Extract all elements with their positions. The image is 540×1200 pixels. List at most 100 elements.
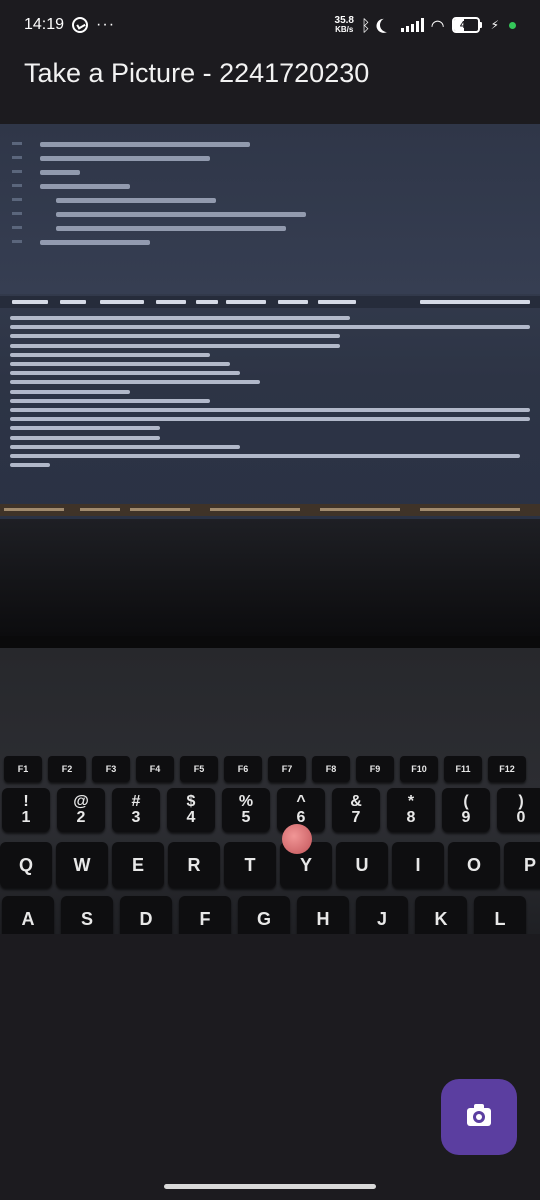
photo-key-fn: F5 [180, 756, 218, 782]
photo-log-line [10, 334, 340, 339]
wifi-icon: ◠ [430, 15, 445, 35]
photo-key-number: # 3 [112, 788, 160, 832]
photo-gutter-mark [12, 170, 22, 173]
photo-editor-area [0, 124, 540, 294]
page-title: Take a Picture - 2241720230 [24, 58, 370, 88]
photo-log-line [10, 463, 50, 468]
photo-log-line [10, 389, 130, 394]
photo-key-letter: W [56, 842, 108, 888]
photo-key-fn: F10 [400, 756, 438, 782]
photo-key-number: ( 9 [442, 788, 490, 832]
photo-status-segment [420, 508, 520, 511]
photo-key-letter: L [474, 896, 526, 934]
battery-icon: 42 [451, 17, 482, 33]
do-not-disturb-icon [378, 16, 396, 34]
photo-key-fn: F3 [92, 756, 130, 782]
photo-panel-tab [420, 300, 530, 304]
photo-panel-tab [12, 300, 48, 304]
photo-key-number: & 7 [332, 788, 380, 832]
photo-key-fn: F1 [4, 756, 42, 782]
photo-monitor [0, 124, 540, 636]
photo-key-fn: F4 [136, 756, 174, 782]
photo-key-letter: T [224, 842, 276, 888]
photo-key-number: $ 4 [167, 788, 215, 832]
photo-panel-tab [156, 300, 186, 304]
photo-key-letter: G [238, 896, 290, 934]
photo-key-letter: F [179, 896, 231, 934]
photo-code-line [56, 226, 286, 231]
photo-status-segment [80, 508, 120, 511]
photo-key-letter: I [392, 842, 444, 888]
photo-key-letter: U [336, 842, 388, 888]
photo-status-segment [4, 508, 64, 511]
take-picture-button[interactable] [441, 1079, 517, 1155]
photo-gutter-mark [12, 142, 22, 145]
photo-gutter-mark [12, 184, 22, 187]
photo-code-line [40, 240, 150, 245]
photo-code-line [40, 142, 250, 147]
battery-level: 42 [460, 19, 472, 31]
home-indicator[interactable] [164, 1184, 376, 1189]
photo-code-line [56, 198, 216, 203]
photo-trackpoint [282, 824, 312, 854]
photo-panel-tab [60, 300, 86, 304]
photo-log-line [10, 398, 210, 403]
photo-code-line [40, 156, 210, 161]
status-time: 14:19 [24, 16, 65, 33]
photo-status-segment [210, 508, 300, 511]
photo-key-letter: R [168, 842, 220, 888]
photo-panel-tab [196, 300, 218, 304]
privacy-indicator-dot [509, 21, 516, 29]
photo-key-number: % 5 [222, 788, 270, 832]
photo-code-line [40, 184, 130, 189]
photo-log-line [10, 435, 160, 440]
photo-panel-tab [100, 300, 144, 304]
status-bar: 14:19 ··· 35.8 KB/s ᛒ ◠ 42 ⚡ [0, 0, 540, 50]
photo-key-letter: K [415, 896, 467, 934]
photo-key-fn: F11 [444, 756, 482, 782]
photo-log-line [10, 408, 530, 412]
photo-key-letter: P [504, 842, 540, 888]
photo-log-line [10, 316, 350, 320]
charging-icon: ⚡ [490, 18, 499, 32]
bluetooth-icon: ᛒ [360, 15, 371, 35]
photo-key-fn: F9 [356, 756, 394, 782]
photo-gutter-mark [12, 226, 22, 229]
battery-body: 42 [451, 17, 480, 33]
photo-gutter-mark [12, 240, 22, 243]
photo-key-number: * 8 [387, 788, 435, 832]
photo-keyboard: F1 F2 F3 F4 F5 F6 F7 F8 F9 F10 F11 F12 ! 1 @ 2 # 3 $ 4%… [0, 648, 540, 934]
photo-log-line [10, 426, 160, 431]
photo-hinge [0, 636, 540, 648]
photo-key-number: @ 2 [57, 788, 105, 832]
photo-key-letter: D [120, 896, 172, 934]
status-left: 14:19 ··· [24, 16, 115, 34]
net-speed-value: 35.8 [334, 15, 354, 26]
photo-log-line [10, 454, 520, 458]
overflow-dots: ··· [96, 16, 116, 33]
photo-code-line [40, 170, 80, 175]
photo-key-number: ! 1 [2, 788, 50, 832]
photo-panel-tab [318, 300, 356, 304]
photo-gutter-mark [12, 198, 22, 201]
photo-status-line [0, 504, 540, 516]
net-speed-unit: KB/s [335, 25, 354, 34]
photo-key-letter: H [297, 896, 349, 934]
photo-key-fn: F7 [268, 756, 306, 782]
camera-icon [467, 1104, 491, 1126]
whatsapp-icon [72, 17, 89, 33]
camera-lens [473, 1111, 485, 1123]
photo-key-fn: F6 [224, 756, 262, 782]
photo-key-letter: O [448, 842, 500, 888]
photo-key-letter: J [356, 896, 408, 934]
photo-key-fn: F2 [48, 756, 86, 782]
photo-code-line [56, 212, 306, 217]
photo-key-fn: F12 [488, 756, 526, 782]
photo-key-letter: S [61, 896, 113, 934]
photo-log-line [10, 325, 530, 330]
photo-key-letter: E [112, 842, 164, 888]
photo-key-fn: F8 [312, 756, 350, 782]
photo-gutter-mark [12, 212, 22, 215]
photo-log-line [10, 352, 210, 357]
photo-log-line [10, 362, 230, 366]
